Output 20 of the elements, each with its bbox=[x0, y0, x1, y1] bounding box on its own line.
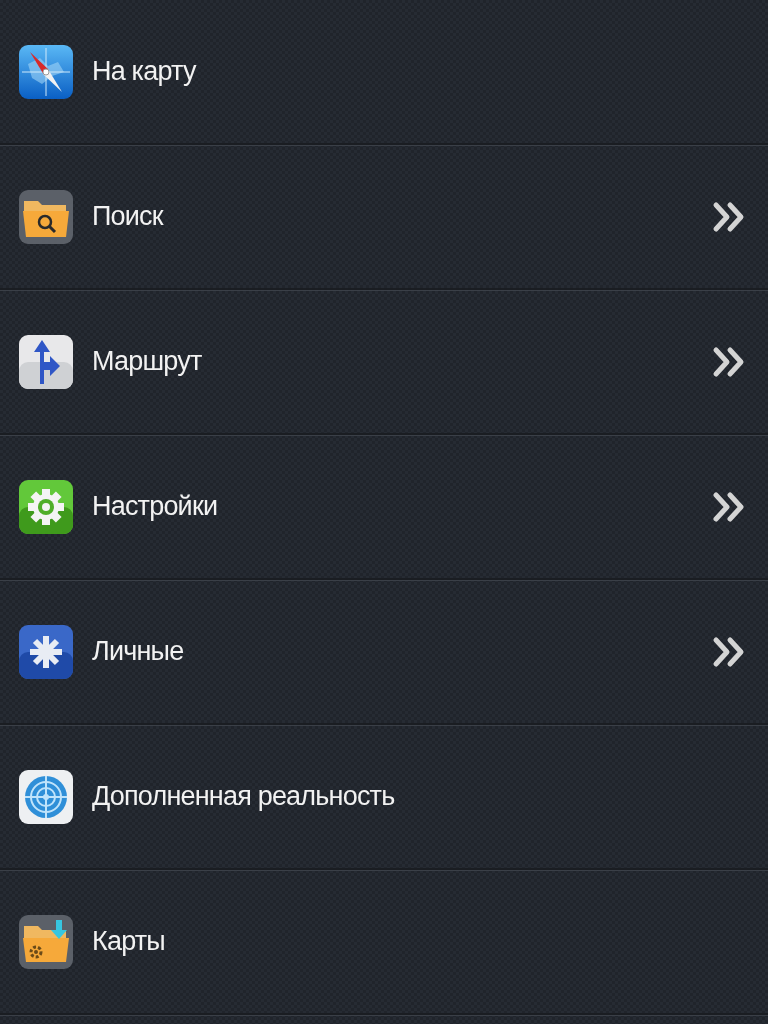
menu-label: Дополненная реальность bbox=[92, 780, 395, 814]
menu-item[interactable]: Поиск bbox=[0, 145, 768, 290]
menu-item[interactable]: Карты bbox=[0, 870, 768, 1015]
menu-item[interactable]: Маршрут bbox=[0, 290, 768, 435]
menu-label: На карту bbox=[92, 55, 196, 89]
menu-label: Карты bbox=[92, 925, 165, 959]
menu-label: Личные bbox=[92, 635, 184, 669]
menu-item[interactable]: На карту bbox=[0, 0, 768, 145]
menu-label: Настройки bbox=[92, 490, 218, 524]
download-folder-icon bbox=[18, 913, 74, 970]
menu-item[interactable]: Настройки bbox=[0, 435, 768, 580]
gear-icon bbox=[18, 478, 74, 535]
menu-label: Маршрут bbox=[92, 345, 202, 379]
asterisk-icon bbox=[18, 623, 74, 680]
radar-icon bbox=[18, 768, 74, 825]
search-folder-icon bbox=[18, 188, 74, 245]
menu-label: Поиск bbox=[92, 200, 163, 234]
menu-item[interactable]: Дополненная реальность bbox=[0, 725, 768, 870]
compass-icon bbox=[18, 43, 74, 100]
menu-item[interactable]: Личные bbox=[0, 580, 768, 725]
